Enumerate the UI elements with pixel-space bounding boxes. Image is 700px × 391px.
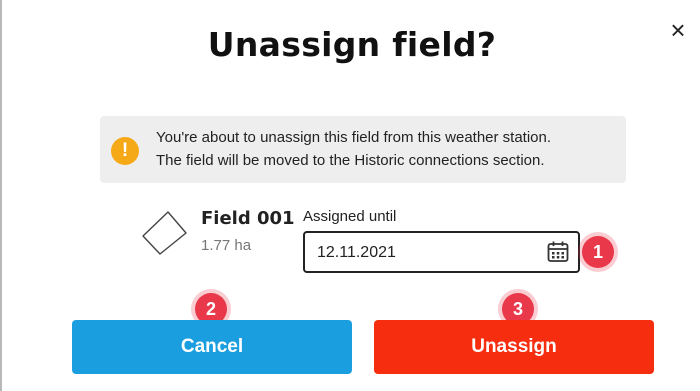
warning-message: You're about to unassign this field from… — [156, 126, 551, 172]
warning-line-1: You're about to unassign this field from… — [156, 129, 552, 146]
unassign-button[interactable]: Unassign — [374, 320, 654, 374]
step-badge-1: 1 — [582, 236, 614, 268]
cancel-button[interactable]: Cancel — [72, 320, 352, 374]
field-name: Field 001 — [201, 208, 295, 229]
warning-icon: ! — [111, 137, 139, 165]
warning-line-2: The field will be moved to the Historic … — [156, 152, 545, 169]
field-shape-icon — [142, 211, 187, 255]
dialog-title: Unassign field? — [207, 25, 497, 64]
field-area: 1.77 ha — [201, 237, 252, 254]
date-value: 12.11.2021 — [317, 244, 396, 261]
unassign-field-dialog: × Unassign field? ! You're about to unas… — [0, 0, 700, 391]
warning-banner: ! You're about to unassign this field fr… — [100, 116, 626, 183]
assigned-until-label: Assigned until — [303, 208, 397, 225]
assigned-until-date-input[interactable]: 12.11.2021 — [303, 231, 580, 273]
calendar-icon[interactable] — [546, 240, 570, 264]
